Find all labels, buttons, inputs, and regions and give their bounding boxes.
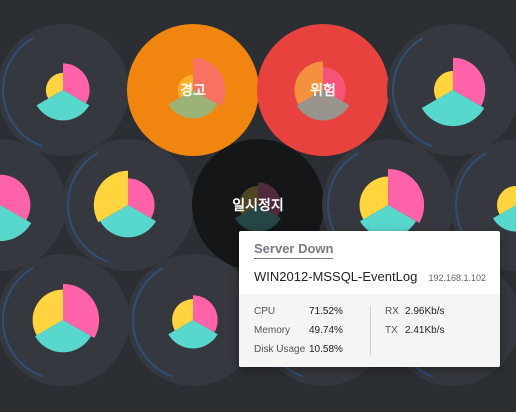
network-value-rx: 2.96Kb/s — [405, 306, 445, 317]
server-node[interactable] — [257, 24, 389, 156]
tooltip-metrics-panel: CPU 71.52% Memory 49.74% Disk Usage 10.5… — [239, 294, 500, 367]
tooltip-hostname: WIN2012-MSSQL-EventLog — [254, 269, 418, 284]
server-node[interactable] — [127, 24, 259, 156]
server-node[interactable] — [0, 139, 66, 271]
server-tooltip: Server Down WIN2012-MSSQL-EventLog 192.1… — [239, 231, 500, 367]
network-value-tx: 2.41Kb/s — [405, 325, 445, 336]
server-node[interactable] — [387, 24, 516, 156]
network-label-tx: TX — [385, 325, 398, 336]
metric-label-disk: Disk Usage — [254, 344, 306, 355]
metric-label-cpu: CPU — [254, 306, 276, 317]
metric-value-cpu: 71.52% — [309, 306, 343, 317]
tooltip-ip: 192.168.1.102 — [428, 273, 486, 283]
metric-value-memory: 49.74% — [309, 325, 343, 336]
tooltip-column-separator — [370, 306, 371, 355]
metric-label-memory: Memory — [254, 325, 291, 336]
tooltip-title: Server Down — [254, 241, 334, 259]
network-label-rx: RX — [385, 306, 399, 317]
server-node[interactable] — [0, 24, 129, 156]
metric-value-disk: 10.58% — [309, 344, 343, 355]
server-node[interactable] — [62, 139, 194, 271]
server-node[interactable] — [0, 254, 129, 386]
